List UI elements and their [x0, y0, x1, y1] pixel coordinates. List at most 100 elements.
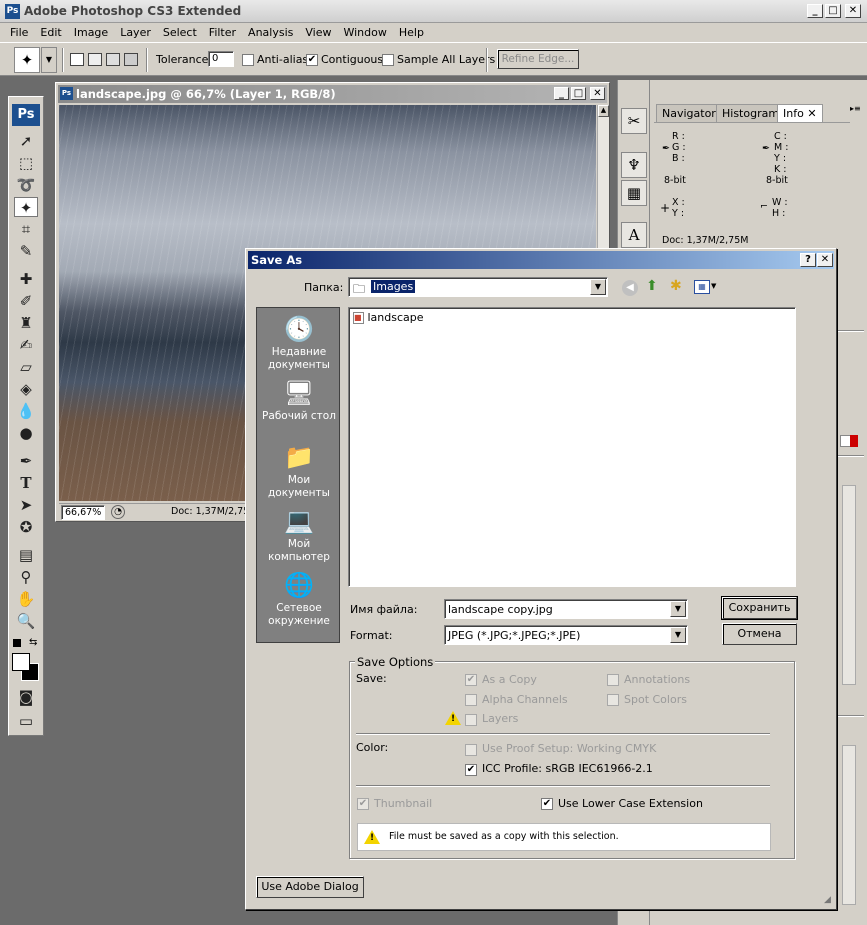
- place-network[interactable]: 🌐 Сетевое окружение: [257, 570, 341, 628]
- tolerance-input[interactable]: 0: [208, 51, 234, 67]
- anti-alias-checkbox[interactable]: [242, 54, 254, 66]
- view-menu-arrow-icon[interactable]: ▼: [711, 282, 716, 290]
- help-button[interactable]: ?: [800, 253, 816, 267]
- layers-checkbox[interactable]: [465, 714, 477, 726]
- close-tab-icon[interactable]: ✕: [807, 107, 816, 120]
- back-icon[interactable]: ◀: [622, 280, 638, 296]
- hand-tool-icon[interactable]: ✋: [14, 589, 38, 609]
- document-titlebar[interactable]: Ps landscape.jpg @ 66,7% (Layer 1, RGB/8…: [58, 85, 607, 103]
- dialog-close-button[interactable]: ✕: [817, 253, 833, 267]
- tab-navigator[interactable]: Navigator: [656, 104, 722, 122]
- sample-all-layers-checkbox[interactable]: [382, 54, 394, 66]
- dodge-tool-icon[interactable]: ●: [14, 423, 38, 443]
- doc-close-button[interactable]: ✕: [590, 87, 605, 100]
- doc-minimize-button[interactable]: _: [554, 87, 569, 100]
- up-folder-icon[interactable]: ⬆: [646, 278, 658, 294]
- menu-edit[interactable]: Edit: [34, 26, 67, 39]
- thumbnail-checkbox[interactable]: ✔: [357, 798, 369, 810]
- move-tool-icon[interactable]: ➚: [14, 131, 38, 151]
- paint-bucket-tool-icon[interactable]: ◈: [14, 379, 38, 399]
- format-select[interactable]: JPEG (*.JPG;*.JPEG;*.JPE) ▼: [444, 625, 688, 645]
- new-folder-icon[interactable]: ✱: [670, 278, 682, 294]
- panel-scrollbar[interactable]: [842, 485, 856, 685]
- place-my-computer[interactable]: 💻 Мой компьютер: [257, 506, 341, 564]
- custom-shape-tool-icon[interactable]: ✪: [14, 517, 38, 537]
- crop-tool-icon[interactable]: ⌗: [14, 219, 38, 239]
- quick-mask-icon[interactable]: ◙: [14, 687, 38, 707]
- status-menu-icon[interactable]: ◔: [111, 505, 125, 519]
- type-tool-icon[interactable]: T: [14, 473, 38, 493]
- magic-wand-tool-icon[interactable]: ✦: [14, 197, 38, 217]
- intersect-selection-icon[interactable]: [124, 53, 138, 66]
- tab-info[interactable]: Info ✕: [777, 104, 823, 122]
- healing-brush-tool-icon[interactable]: ✚: [14, 269, 38, 289]
- history-brush-tool-icon[interactable]: ✍: [14, 335, 38, 355]
- path-selection-tool-icon[interactable]: ➤: [14, 495, 38, 515]
- chevron-down-icon[interactable]: ▼: [670, 627, 686, 643]
- file-item[interactable]: ■ landscape: [353, 311, 424, 324]
- blur-tool-icon[interactable]: 💧: [14, 401, 38, 421]
- file-list[interactable]: ■ landscape: [348, 307, 796, 587]
- new-selection-icon[interactable]: [70, 53, 84, 66]
- screen-mode-icon[interactable]: ▭: [14, 711, 38, 731]
- brush-tool-icon[interactable]: ✐: [14, 291, 38, 311]
- use-proof-setup-checkbox[interactable]: [465, 744, 477, 756]
- minimize-button[interactable]: _: [807, 4, 823, 18]
- chevron-down-icon[interactable]: ▼: [590, 279, 606, 295]
- doc-maximize-button[interactable]: □: [571, 87, 586, 100]
- character-icon[interactable]: A: [621, 222, 647, 248]
- default-colors-icon[interactable]: [13, 639, 21, 647]
- zoom-tool-icon[interactable]: 🔍: [14, 611, 38, 631]
- lower-case-extension-checkbox[interactable]: ✔: [541, 798, 553, 810]
- color-swatch-red[interactable]: [850, 435, 858, 447]
- menu-image[interactable]: Image: [68, 26, 114, 39]
- panel-scrollbar[interactable]: [842, 745, 856, 905]
- scroll-up-arrow-icon[interactable]: ▲: [598, 105, 609, 117]
- menu-filter[interactable]: Filter: [203, 26, 242, 39]
- eraser-tool-icon[interactable]: ▱: [14, 357, 38, 377]
- chevron-down-icon[interactable]: ▼: [670, 601, 686, 617]
- menu-help[interactable]: Help: [393, 26, 430, 39]
- pen-tool-icon[interactable]: ✒: [14, 451, 38, 471]
- cancel-button[interactable]: Отмена: [722, 623, 797, 645]
- menu-window[interactable]: Window: [337, 26, 392, 39]
- slice-tool-icon[interactable]: ✎: [14, 241, 38, 261]
- eyedropper-tool-icon[interactable]: ⚲: [14, 567, 38, 587]
- folder-combo[interactable]: 🗀 Images ▼: [348, 277, 608, 297]
- menu-select[interactable]: Select: [157, 26, 203, 39]
- tool-presets-icon[interactable]: ✂: [621, 108, 647, 134]
- resize-grip-icon[interactable]: ◢: [824, 895, 831, 905]
- clone-source-icon[interactable]: ▦: [621, 180, 647, 206]
- subtract-from-selection-icon[interactable]: [106, 53, 120, 66]
- panel-menu-icon[interactable]: ▸≡: [850, 104, 862, 118]
- clone-stamp-tool-icon[interactable]: ♜: [14, 313, 38, 333]
- alpha-channels-checkbox[interactable]: [465, 694, 477, 706]
- maximize-button[interactable]: □: [825, 4, 841, 18]
- use-adobe-dialog-button[interactable]: Use Adobe Dialog: [256, 876, 364, 898]
- filename-input[interactable]: landscape copy.jpg: [448, 603, 553, 616]
- foreground-color-swatch[interactable]: [12, 653, 30, 671]
- marquee-tool-icon[interactable]: ⬚: [14, 153, 38, 173]
- add-to-selection-icon[interactable]: [88, 53, 102, 66]
- filename-combo[interactable]: landscape copy.jpg ▼: [444, 599, 688, 619]
- as-a-copy-checkbox[interactable]: ✔: [465, 674, 477, 686]
- view-menu-icon[interactable]: ▦: [694, 280, 710, 294]
- close-button[interactable]: ✕: [845, 4, 861, 18]
- notes-tool-icon[interactable]: ▤: [14, 545, 38, 565]
- place-desktop[interactable]: 🖥 Рабочий стол: [257, 378, 341, 423]
- lasso-tool-icon[interactable]: ➰: [14, 175, 38, 195]
- brushes-icon[interactable]: ♆: [621, 152, 647, 178]
- place-my-documents[interactable]: 📁 Мои документы: [257, 442, 341, 500]
- tab-histogram[interactable]: Histogram: [716, 104, 786, 122]
- preset-dropdown-arrow-icon[interactable]: ▼: [41, 47, 57, 73]
- zoom-input[interactable]: 66,67%: [61, 505, 105, 520]
- refine-edge-button[interactable]: Refine Edge...: [497, 49, 579, 69]
- contiguous-checkbox[interactable]: ✔: [306, 54, 318, 66]
- menu-view[interactable]: View: [299, 26, 337, 39]
- annotations-checkbox[interactable]: [607, 674, 619, 686]
- place-recent-documents[interactable]: 🕓 Недавние документы: [257, 314, 341, 372]
- menu-analysis[interactable]: Analysis: [242, 26, 299, 39]
- icc-profile-checkbox[interactable]: ✔: [465, 764, 477, 776]
- menu-layer[interactable]: Layer: [114, 26, 157, 39]
- menu-file[interactable]: File: [4, 26, 34, 39]
